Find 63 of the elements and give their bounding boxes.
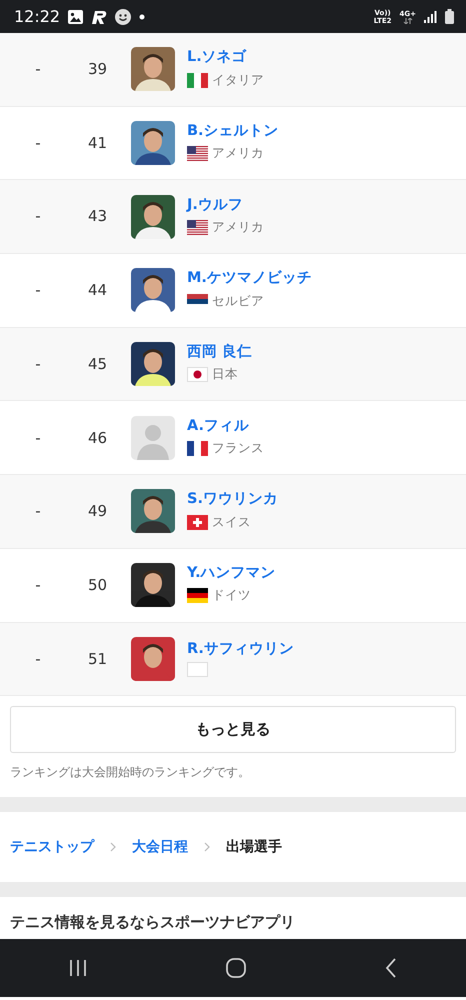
rank-number: 49 xyxy=(87,501,108,522)
more-button[interactable]: もっと見る xyxy=(10,706,456,754)
rank-change: - xyxy=(34,59,42,80)
country-name: アメリカ xyxy=(212,218,264,236)
smiley-icon xyxy=(115,8,132,24)
player-name-link[interactable]: 西岡 良仁 xyxy=(187,344,252,362)
flag-icon xyxy=(187,662,208,678)
player-name-link[interactable]: L.ソネゴ xyxy=(187,49,264,67)
rank-number: 44 xyxy=(87,280,108,302)
recent-apps-icon[interactable] xyxy=(69,959,88,978)
home-icon[interactable] xyxy=(226,958,246,978)
rank-change: - xyxy=(34,501,42,522)
notification-dot-icon xyxy=(139,14,146,20)
avatar-placeholder-icon xyxy=(131,416,175,460)
flag-icon xyxy=(187,440,208,456)
app-logo-icon xyxy=(91,10,108,24)
rank-change: - xyxy=(34,648,42,670)
rank-number: 50 xyxy=(87,574,108,596)
player-name-link[interactable]: A.フィル xyxy=(187,418,264,436)
rank-number: 43 xyxy=(87,206,108,228)
country-name: 日本 xyxy=(212,365,238,384)
rank-change: - xyxy=(34,206,42,228)
player-name-link[interactable]: J.ウルフ xyxy=(187,196,264,214)
flag-icon xyxy=(187,367,208,382)
clock-time: 12:22 xyxy=(14,6,60,28)
rank-number: 41 xyxy=(87,132,108,154)
breadcrumb-link[interactable]: 大会日程 xyxy=(132,836,188,858)
player-name-link[interactable]: R.サフィウリン xyxy=(187,640,294,658)
flag-icon xyxy=(187,220,208,235)
country-name: ドイツ xyxy=(212,586,251,604)
battery-icon xyxy=(445,9,454,24)
note-text: ランキングは大会開始時のランキングです。 xyxy=(9,764,251,782)
rank-number: 39 xyxy=(87,59,108,80)
data-arrows-icon xyxy=(402,18,413,24)
banner-heading: テニス情報を見るならスポーツナビアプリ xyxy=(10,912,296,934)
signal-icon xyxy=(424,10,437,22)
flag-icon xyxy=(187,514,208,530)
country-name: セルビア xyxy=(212,292,264,310)
breadcrumb-link[interactable]: テニストップ xyxy=(10,836,94,858)
flag-icon xyxy=(187,72,208,88)
rank-change: - xyxy=(34,280,42,302)
country-name: スイス xyxy=(212,512,251,531)
rank-change: - xyxy=(34,574,42,596)
rank-number: 45 xyxy=(87,354,108,375)
country-name: イタリア xyxy=(212,70,264,89)
country-name: アメリカ xyxy=(212,144,264,162)
player-name-link[interactable]: S.ワウリンカ xyxy=(187,491,278,509)
breadcrumb-current: 出場選手 xyxy=(226,838,282,857)
rank-number: 46 xyxy=(87,428,108,449)
rank-change: - xyxy=(34,132,42,154)
player-name-link[interactable]: B.シェルトン xyxy=(187,122,279,140)
chevron-right-icon xyxy=(110,842,116,852)
chevron-right-icon xyxy=(204,842,210,852)
flag-icon xyxy=(187,146,208,162)
back-icon[interactable] xyxy=(384,958,397,978)
image-icon xyxy=(68,10,84,24)
rank-change: - xyxy=(34,428,42,449)
rank-number: 51 xyxy=(87,648,108,670)
flag-icon xyxy=(187,588,208,604)
rank-change: - xyxy=(34,354,42,375)
player-name-link[interactable]: M.ケツマノビッチ xyxy=(187,270,312,288)
player-name-link[interactable]: Y.ハンフマン xyxy=(187,565,276,582)
country-name: フランス xyxy=(212,439,264,458)
